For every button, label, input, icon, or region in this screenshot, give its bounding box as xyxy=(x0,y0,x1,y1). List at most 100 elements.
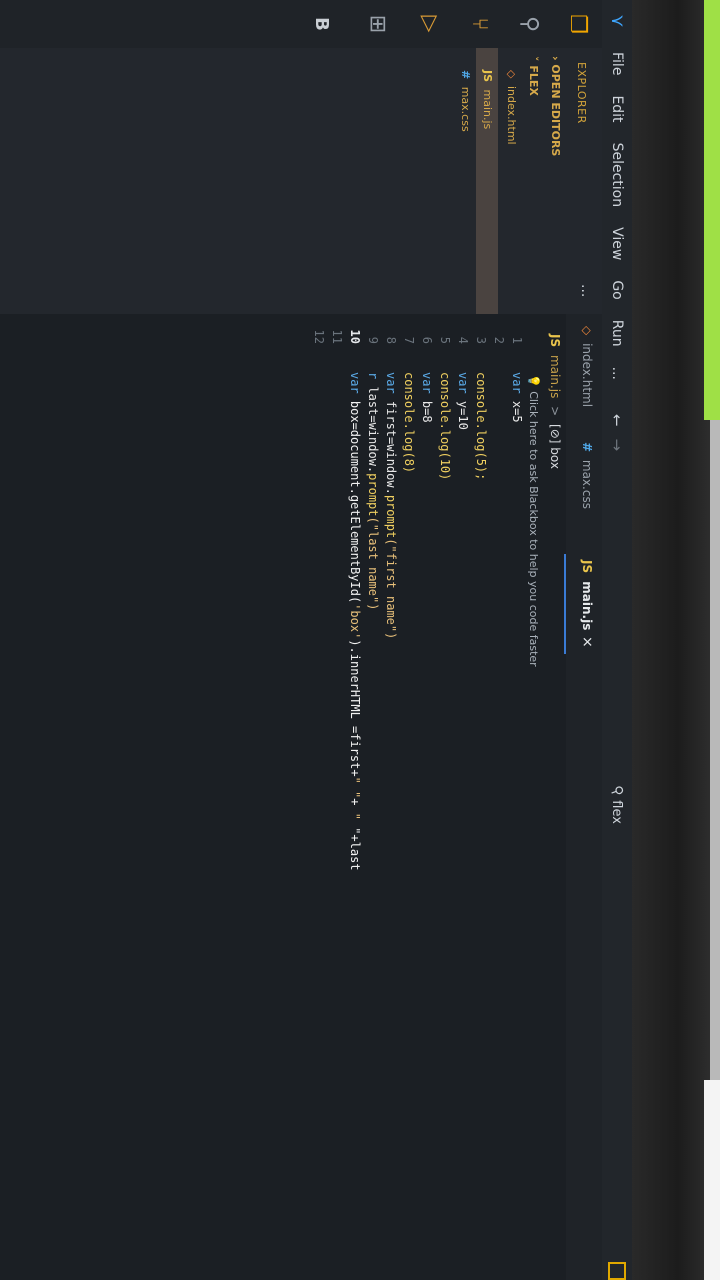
function-token: console.log xyxy=(438,372,452,452)
file-label: max.css xyxy=(459,86,472,132)
line-number: 8 xyxy=(384,336,398,344)
background-green-edge xyxy=(704,0,720,420)
code-token: + xyxy=(348,798,362,813)
run-debug-icon[interactable]: ▷ xyxy=(417,0,442,48)
code-token: (8) xyxy=(402,451,416,474)
line-number: 3 xyxy=(474,336,488,344)
code-token: last=window. xyxy=(366,379,380,474)
search-text: flex xyxy=(609,800,625,824)
tab-label: main.js xyxy=(580,581,594,631)
line-number: 1 xyxy=(510,336,524,344)
layout-toggle-icon[interactable] xyxy=(608,1262,626,1280)
explorer-icon[interactable]: ❐ xyxy=(565,0,590,48)
file-main-js[interactable]: JS main.js xyxy=(476,48,498,314)
keyword-token: var xyxy=(456,372,470,394)
open-editors-section[interactable]: › OPEN EDITORS xyxy=(549,56,562,156)
code-line-active: 10 var box=document.getElementById('box'… xyxy=(344,314,362,1280)
keyword-token: var xyxy=(384,372,398,394)
tab-main-js[interactable]: JS main.js × xyxy=(564,554,602,654)
html-file-icon: ◇ xyxy=(505,70,518,79)
source-control-icon[interactable]: ⑂ xyxy=(467,0,492,48)
code-token: box=document.getElementById( xyxy=(348,393,362,604)
breadcrumb-separator: > xyxy=(548,406,562,417)
code-line: 7 console.log(8) xyxy=(398,314,416,1280)
menu-view[interactable]: View xyxy=(609,227,625,260)
line-number: 12 xyxy=(312,329,326,344)
string-token: 'box' xyxy=(348,603,362,640)
code-token: (5); xyxy=(474,451,488,481)
code-token: y=10 xyxy=(456,393,470,430)
search-icon[interactable]: ⚲ xyxy=(517,0,542,48)
code-line: 3 console.log(5); xyxy=(470,314,488,1280)
menu-file[interactable]: File xyxy=(609,52,625,75)
menu-bar: ⋎ File Edit Selection View Go Run ... ← … xyxy=(602,0,632,1280)
menu-selection[interactable]: Selection xyxy=(609,143,625,208)
explorer-header: EXPLORER xyxy=(575,62,588,124)
file-max-css[interactable]: # max.css xyxy=(459,70,472,132)
line-number: 11 xyxy=(330,329,344,344)
menu-go[interactable]: Go xyxy=(609,280,625,299)
file-index-html[interactable]: ◇ index.html xyxy=(505,70,518,145)
tab-label: max.css xyxy=(580,459,594,509)
code-line: 9 r last=window.prompt("last name") xyxy=(362,314,380,1280)
forward-arrow-icon[interactable]: → xyxy=(608,439,626,452)
command-center-search[interactable]: ⚲ flex xyxy=(607,783,627,824)
tab-index-html[interactable]: ◇ index.html xyxy=(580,326,594,407)
code-line: 1 var x=5 xyxy=(506,314,524,1280)
tab-max-css[interactable]: # max.css xyxy=(580,442,594,509)
string-token: " " xyxy=(348,776,362,799)
code-token: b=8 xyxy=(420,393,434,423)
blackbox-icon[interactable]: B xyxy=(311,0,332,48)
menu-edit[interactable]: Edit xyxy=(609,95,625,122)
js-file-icon: JS xyxy=(548,334,562,348)
file-label: index.html xyxy=(505,85,518,145)
js-file-icon: JS xyxy=(580,560,594,574)
chevron-right-icon: › xyxy=(549,56,562,61)
css-file-icon: # xyxy=(580,442,594,453)
function-token: console.log xyxy=(474,372,488,452)
code-line: 5 console.log(10) xyxy=(434,314,452,1280)
code-line: 11 xyxy=(326,314,344,1280)
file-label: main.js xyxy=(481,89,494,130)
code-line: 6 var b=8 xyxy=(416,314,434,1280)
line-number: 7 xyxy=(402,336,416,344)
editor-area: ◇ index.html # max.css JS main.js × JS m… xyxy=(0,314,602,1280)
search-icon: ⚲ xyxy=(607,783,627,799)
explorer-sidebar: EXPLORER ... › OPEN EDITORS ˅ FLEX ◇ ind… xyxy=(0,48,602,314)
line-number: 4 xyxy=(456,336,470,344)
code-token: first=window. xyxy=(384,393,398,495)
line-number: 9 xyxy=(366,336,380,344)
chevron-down-icon: ˅ xyxy=(527,56,540,62)
folder-flex[interactable]: ˅ FLEX xyxy=(527,56,540,96)
keyword-token: var xyxy=(510,372,524,394)
monitor-screen: ⋎ File Edit Selection View Go Run ... ← … xyxy=(0,0,632,1280)
close-icon[interactable]: × xyxy=(579,636,595,648)
keyword-token: var xyxy=(348,372,362,394)
html-file-icon: ◇ xyxy=(580,326,594,336)
explorer-more-button[interactable]: ... xyxy=(578,284,594,297)
code-line: 12 xyxy=(308,314,326,1280)
hint-text: Click here to ask Blackbox to help you c… xyxy=(527,391,540,667)
function-token: console.log xyxy=(402,372,416,452)
activity-bar: ❐ ⚲ ⑂ ▷ ⊞ B xyxy=(0,0,602,48)
monitor-bezel xyxy=(630,0,710,1280)
breadcrumb-symbol[interactable]: [⊘] box xyxy=(548,424,562,469)
breadcrumb-file[interactable]: main.js xyxy=(548,355,562,398)
blackbox-hint[interactable]: 💡 Click here to ask Blackbox to help you… xyxy=(527,374,540,667)
code-token: (10) xyxy=(438,451,452,481)
line-number: 5 xyxy=(438,336,452,344)
menu-run[interactable]: Run xyxy=(609,320,625,347)
string-token: ("last name") xyxy=(366,516,380,611)
background-white-edge xyxy=(704,1080,720,1280)
vscode-window: ⋎ File Edit Selection View Go Run ... ← … xyxy=(0,0,632,1280)
lightbulb-icon: 💡 xyxy=(527,374,540,388)
function-token: prompt xyxy=(384,494,398,539)
menu-more[interactable]: ... xyxy=(609,367,625,380)
code-line: 8 var first=window.prompt("first name") xyxy=(380,314,398,1280)
folder-label: FLEX xyxy=(527,65,540,96)
extensions-icon[interactable]: ⊞ xyxy=(365,0,390,48)
back-arrow-icon[interactable]: ← xyxy=(608,414,626,427)
vscode-logo-icon: ⋎ xyxy=(607,14,628,28)
code-line: 4 var y=10 xyxy=(452,314,470,1280)
tab-label: index.html xyxy=(580,343,594,408)
